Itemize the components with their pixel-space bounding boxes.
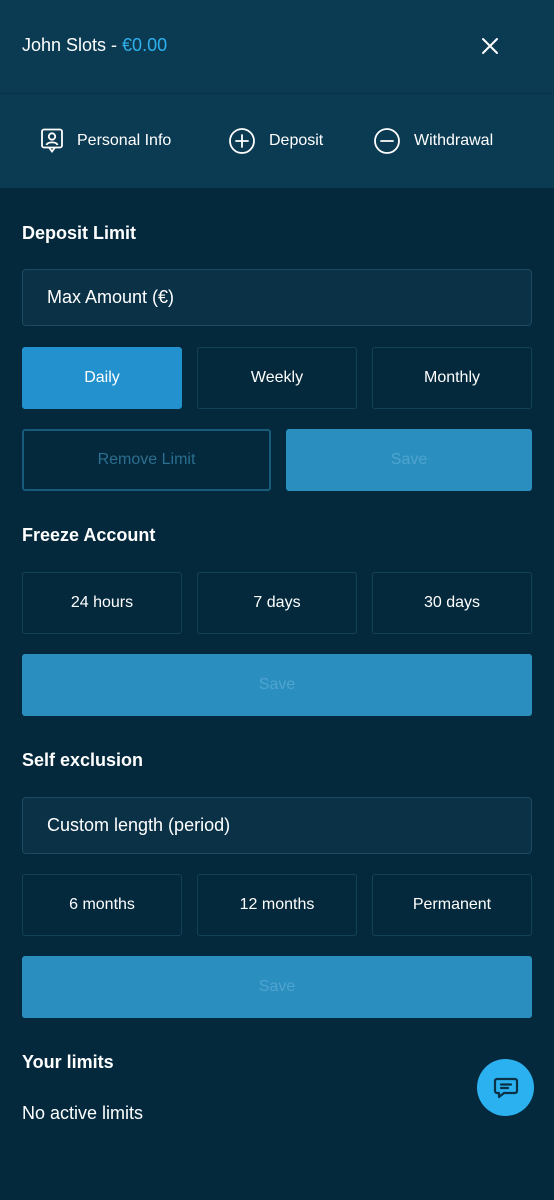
nav-deposit[interactable]: Deposit [228, 126, 323, 156]
nav-withdrawal[interactable]: Withdrawal [373, 126, 493, 156]
freeze-7-days[interactable]: 7 days [197, 572, 357, 634]
nav-personal-info[interactable]: Personal Info [40, 126, 171, 156]
exclusion-12-months[interactable]: 12 months [197, 874, 357, 936]
deposit-limit-title: Deposit Limit [22, 223, 137, 243]
close-icon [482, 38, 498, 54]
balance: €0.00 [122, 35, 168, 55]
self-exclusion-save-button[interactable]: Save [22, 956, 532, 1018]
freeze-30-days[interactable]: 30 days [372, 572, 532, 634]
user-summary: John Slots - €0.00 [22, 35, 167, 56]
chat-button[interactable] [477, 1059, 534, 1116]
freeze-24-hours[interactable]: 24 hours [22, 572, 182, 634]
deposit-limit-save-button[interactable]: Save [286, 429, 532, 491]
your-limits-title: Your limits [22, 1052, 114, 1072]
period-weekly[interactable]: Weekly [197, 347, 357, 409]
exclusion-permanent[interactable]: Permanent [372, 874, 532, 936]
header: John Slots - €0.00 [0, 0, 554, 94]
freeze-account-save-button[interactable]: Save [22, 654, 532, 716]
exclusion-6-months[interactable]: 6 months [22, 874, 182, 936]
chat-icon [493, 1077, 518, 1098]
self-exclusion-title: Self exclusion [22, 750, 144, 770]
plus-circle-icon [229, 128, 255, 154]
account-nav: Personal Info Deposit Withdrawal [0, 94, 554, 188]
period-daily[interactable]: Daily [22, 347, 182, 409]
nav-personal-info-label: Personal Info [77, 132, 172, 149]
user-name: John Slots - [22, 35, 123, 55]
close-button[interactable] [474, 30, 506, 62]
period-monthly[interactable]: Monthly [372, 347, 532, 409]
nav-deposit-label: Deposit [269, 132, 324, 149]
limits-status: No active limits [22, 1103, 144, 1123]
nav-withdrawal-label: Withdrawal [414, 132, 494, 149]
max-amount-input[interactable]: Max Amount (€) [22, 269, 532, 326]
profile-icon [41, 128, 63, 153]
remove-limit-button[interactable]: Remove Limit [22, 429, 271, 491]
freeze-account-title: Freeze Account [22, 525, 156, 545]
custom-length-select[interactable]: Custom length (period) [22, 797, 532, 854]
minus-circle-icon [374, 128, 400, 154]
